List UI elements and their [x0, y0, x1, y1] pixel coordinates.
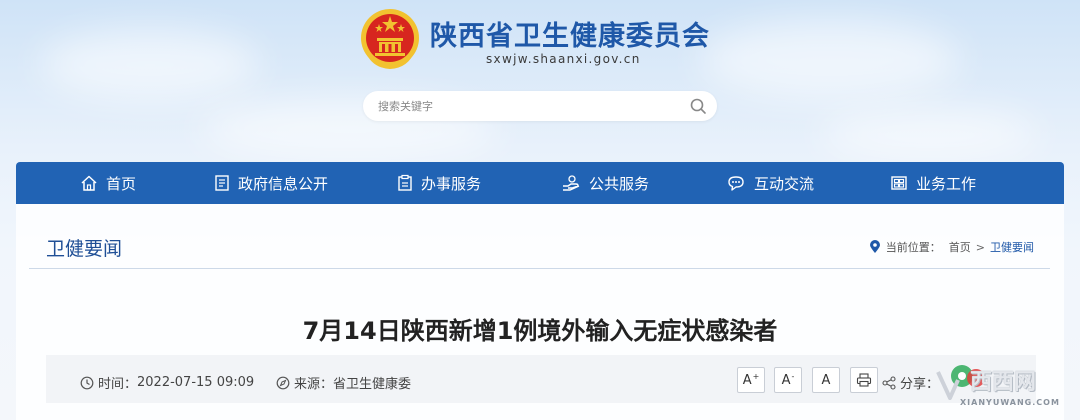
document-list-icon — [215, 175, 229, 191]
nav-item-label: 互动交流 — [754, 174, 815, 193]
breadcrumb-current-link[interactable]: 卫健要闻 — [990, 239, 1034, 255]
time-value: 2022-07-15 09:09 — [137, 375, 255, 390]
font-smaller-label: A — [781, 372, 791, 388]
clock-icon — [80, 376, 94, 389]
site-title: 陕西省卫生健康委员会 — [430, 21, 710, 52]
nav-item-label: 公共服务 — [589, 174, 650, 193]
nav-item-label: 首页 — [106, 174, 137, 193]
time-label: 时间： — [98, 377, 138, 392]
share-section: 分享： — [882, 373, 939, 392]
search-input[interactable] — [378, 97, 668, 115]
search-icon[interactable] — [689, 97, 707, 115]
site-url: sxwjw.shaanxi.gov.cn — [486, 52, 641, 66]
national-emblem-icon — [361, 9, 419, 70]
nav-item-label: 政府信息公开 — [238, 174, 329, 193]
source-value: 省卫生健康委 — [333, 377, 412, 392]
briefcase-icon — [891, 176, 907, 190]
site-header: 陕西省卫生健康委员会 sxwjw.shaanxi.gov.cn — [0, 0, 1080, 160]
nav-item-interaction[interactable]: 互动交流 — [726, 162, 814, 204]
printer-icon — [856, 373, 872, 387]
font-default-label: A — [821, 372, 831, 388]
nav-item-label: 办事服务 — [421, 174, 482, 193]
font-larger-label: A — [742, 372, 752, 388]
hand-service-icon — [563, 175, 580, 191]
watermark-subtext: XIANYUWANG.COM — [960, 398, 1060, 407]
article-title: 7月14日陕西新增1例境外输入无症状感染者 — [302, 317, 778, 345]
nav-item-business[interactable]: 业务工作 — [890, 162, 976, 204]
minus-icon: - — [791, 371, 795, 381]
publish-time: 时间： 2022-07-15 09:09 — [80, 373, 254, 392]
chat-bubble-icon — [728, 176, 744, 191]
compass-icon — [276, 376, 290, 389]
nav-item-home[interactable]: 首页 — [80, 162, 136, 204]
breadcrumb-separator: > — [975, 240, 985, 254]
breadcrumb: 当前位置： 首页 > 卫健要闻 — [869, 239, 1034, 255]
share-icon[interactable] — [882, 375, 896, 390]
search-box — [363, 91, 717, 121]
plus-icon: + — [752, 371, 760, 381]
section-title: 卫健要闻 — [46, 238, 123, 260]
watermark-text: 西西网 — [970, 370, 1037, 395]
source-label: 来源： — [294, 377, 334, 392]
font-smaller-button[interactable]: A- — [774, 367, 802, 393]
clipboard-icon — [398, 174, 412, 191]
nav-item-services[interactable]: 办事服务 — [397, 162, 481, 204]
nav-item-gov-info[interactable]: 政府信息公开 — [214, 162, 328, 204]
nav-item-public-services[interactable]: 公共服务 — [561, 162, 649, 204]
article-source: 来源： 省卫生健康委 — [276, 373, 411, 392]
location-pin-icon — [869, 240, 880, 253]
font-default-button[interactable]: A — [812, 367, 840, 393]
breadcrumb-location-label: 当前位置： — [885, 241, 941, 254]
home-icon — [81, 175, 97, 191]
print-button[interactable] — [850, 367, 878, 393]
font-larger-button[interactable]: A + — [737, 367, 765, 393]
nav-item-label: 业务工作 — [916, 174, 977, 193]
breadcrumb-home-link[interactable]: 首页 — [949, 239, 971, 255]
